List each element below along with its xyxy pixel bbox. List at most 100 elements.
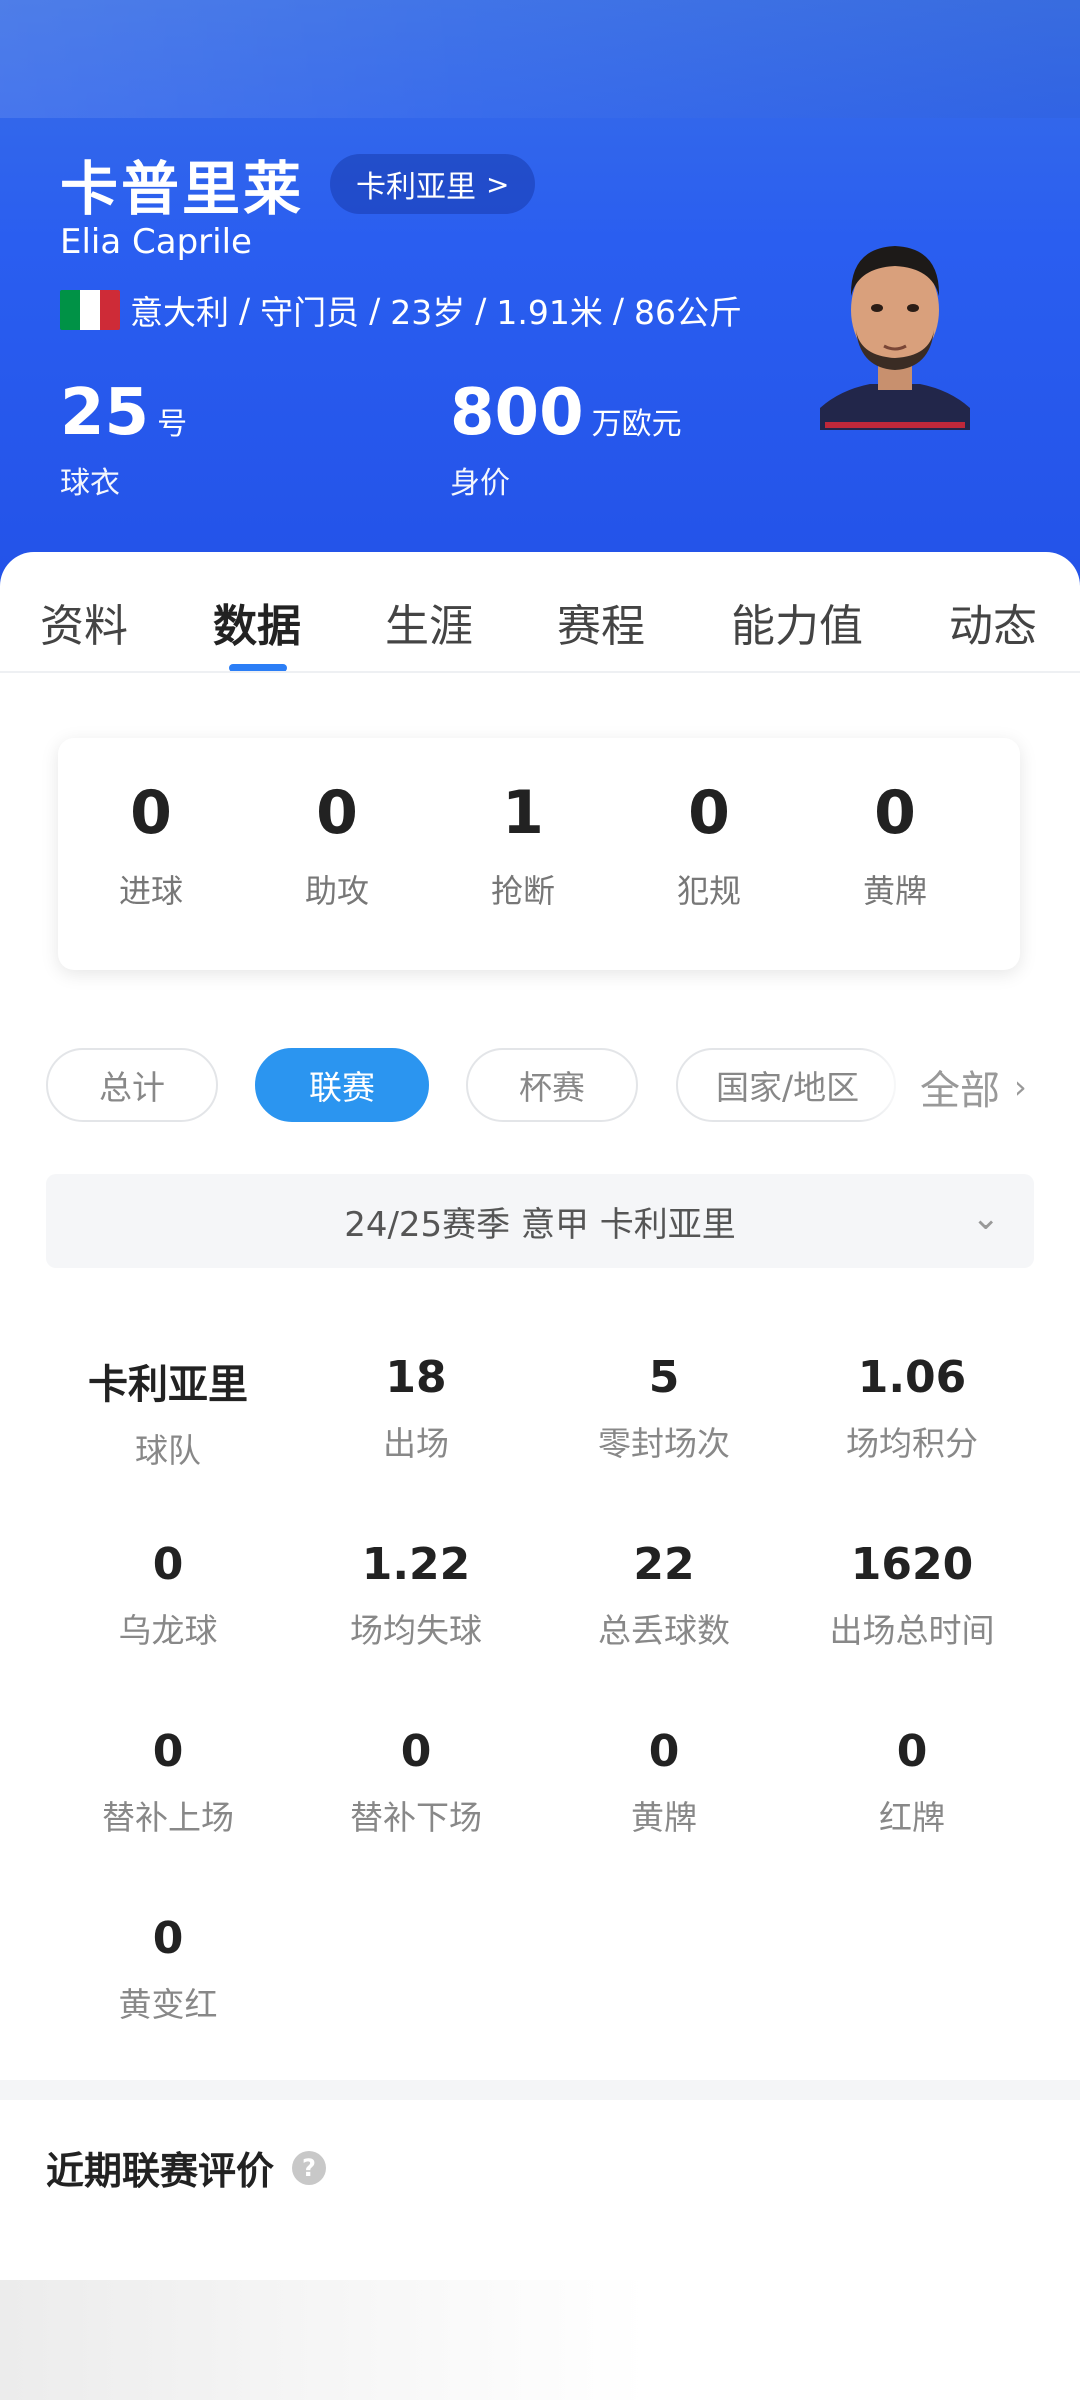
- player-avatar: [820, 246, 970, 430]
- summary-yellow-cards: 0 黄牌: [802, 778, 988, 912]
- recent-rating-section: 近期联赛评价 ?: [46, 2140, 327, 2195]
- team-link-label: 卡利亚里: [356, 170, 477, 205]
- market-value-label: 身价: [450, 466, 510, 501]
- market-value-stat: 800 万欧元 身价: [450, 376, 682, 502]
- stat-goals-conceded-per-game: 1.22 场均失球: [292, 1539, 540, 1652]
- summary-tackles: 1 抢断: [430, 778, 616, 912]
- summary-value: 0: [316, 778, 358, 848]
- stat-label: 场均失球: [350, 1611, 482, 1650]
- player-name: 卡普里莱: [60, 155, 305, 223]
- height: 1.91米: [496, 293, 603, 332]
- summary-card: 0 进球 0 助攻 1 抢断 0 犯规 0 黄牌: [58, 738, 1020, 970]
- chip-league[interactable]: 联赛: [255, 1048, 429, 1122]
- summary-assists: 0 助攻: [244, 778, 430, 912]
- stat-points-per-game: 1.06 场均积分: [788, 1352, 1036, 1465]
- stat-value: 1.06: [857, 1352, 967, 1403]
- bottom-shade: [0, 2280, 1080, 2400]
- stat-clean-sheets: 5 零封场次: [540, 1352, 788, 1465]
- stat-goals-conceded: 22 总丢球数: [540, 1539, 788, 1652]
- player-english-name: Elia Caprile: [60, 222, 252, 262]
- summary-value: 0: [874, 778, 916, 848]
- summary-label: 犯规: [676, 872, 741, 910]
- jersey-stat: 25 号 球衣: [60, 376, 187, 502]
- season-select-value: 24/25赛季 意甲 卡利亚里: [344, 1204, 736, 1245]
- stat-label: 出场: [383, 1424, 449, 1463]
- stat-value: 5: [648, 1352, 680, 1403]
- section-divider: [0, 2080, 1080, 2100]
- team-link-button[interactable]: 卡利亚里 >: [330, 154, 536, 214]
- stat-own-goals: 0 乌龙球: [44, 1539, 292, 1652]
- jersey-unit: 号: [157, 407, 188, 442]
- jersey-number: 25: [60, 376, 150, 450]
- summary-value: 1: [502, 778, 544, 848]
- tab-divider: [0, 671, 1080, 673]
- stat-label: 乌龙球: [118, 1611, 218, 1650]
- stat-value: 0: [400, 1726, 432, 1777]
- tab-ability[interactable]: 能力值: [731, 590, 863, 654]
- stat-label: 球队: [135, 1431, 201, 1470]
- chip-cup[interactable]: 杯赛: [466, 1048, 638, 1122]
- stat-sub-on: 0 替补上场: [44, 1726, 292, 1839]
- stat-minutes-played: 1620 出场总时间: [788, 1539, 1036, 1652]
- name-row: 卡普里莱 卡利亚里 >: [60, 142, 536, 226]
- player-header: 卡普里莱 卡利亚里 > Elia Caprile 意大利 / 守门员 / 23岁…: [0, 0, 1080, 600]
- stat-value: 卡利亚里: [88, 1362, 248, 1408]
- summary-goals: 0 进球: [58, 778, 244, 912]
- summary-label: 黄牌: [862, 872, 927, 910]
- stat-label: 出场总时间: [829, 1611, 995, 1650]
- separator: /: [369, 290, 381, 330]
- stat-value: 0: [152, 1913, 184, 1964]
- stat-label: 替补上场: [102, 1798, 234, 1837]
- summary-label: 抢断: [490, 872, 555, 910]
- separator: /: [612, 290, 624, 330]
- season-select[interactable]: 24/25赛季 意甲 卡利亚里 ⌄: [46, 1174, 1034, 1268]
- market-value: 800: [450, 376, 584, 450]
- header-top-shade: [0, 0, 1080, 118]
- stat-label: 红牌: [879, 1798, 945, 1837]
- tab-career[interactable]: 生涯: [385, 590, 473, 654]
- jersey-label: 球衣: [60, 466, 120, 501]
- chip-total[interactable]: 总计: [46, 1048, 218, 1122]
- separator: /: [239, 290, 251, 330]
- tab-data[interactable]: 数据: [213, 590, 301, 654]
- stat-appearances: 18 出场: [292, 1352, 540, 1465]
- chevron-down-icon: ⌄: [971, 1198, 1001, 1238]
- stat-value: 0: [152, 1539, 184, 1590]
- tab-profile[interactable]: 资料: [40, 590, 128, 654]
- stat-team: 卡利亚里 球队: [44, 1352, 292, 1472]
- filter-chips: 总计 联赛 杯赛 国家/地区 全部 ›: [0, 1048, 1080, 1122]
- chevron-right-icon: ›: [1014, 1068, 1027, 1106]
- tab-schedule[interactable]: 赛程: [557, 590, 645, 654]
- age: 23岁: [390, 293, 466, 332]
- nationality: 意大利: [130, 293, 229, 332]
- summary-label: 进球: [118, 872, 183, 910]
- tab-bar: 资料 数据 生涯 赛程 能力值 动态: [0, 590, 1080, 670]
- stat-value: 18: [385, 1352, 447, 1403]
- stat-value: 0: [152, 1726, 184, 1777]
- stat-yellow-cards: 0 黄牌: [540, 1726, 788, 1839]
- stat-label: 零封场次: [598, 1424, 730, 1463]
- stat-label: 总丢球数: [598, 1611, 730, 1650]
- market-value-unit: 万欧元: [591, 407, 682, 442]
- weight: 86公斤: [633, 293, 742, 332]
- stat-label: 替补下场: [350, 1798, 482, 1837]
- summary-value: 0: [688, 778, 730, 848]
- stat-value: 0: [648, 1726, 680, 1777]
- stat-value: 0: [896, 1726, 928, 1777]
- help-icon[interactable]: ?: [292, 2150, 327, 2185]
- stat-label: 黄变红: [118, 1985, 218, 2024]
- data-tab-panel: 资料 数据 生涯 赛程 能力值 动态 0 进球 0 助攻 1 抢断 0 犯规 0…: [0, 552, 1080, 2400]
- italy-flag-icon: [60, 290, 120, 330]
- all-filters-label: 全部: [920, 1068, 1000, 1114]
- chip-fade: [860, 1048, 910, 1122]
- stat-value: 1620: [850, 1539, 974, 1590]
- summary-label: 助攻: [304, 872, 369, 910]
- all-filters-button[interactable]: 全部 ›: [920, 1058, 1027, 1116]
- stat-second-yellow: 0 黄变红: [44, 1913, 292, 2026]
- tab-news[interactable]: 动态: [949, 590, 1037, 654]
- separator: /: [475, 290, 487, 330]
- stat-label: 场均积分: [846, 1424, 978, 1463]
- summary-value: 0: [130, 778, 172, 848]
- stat-sub-off: 0 替补下场: [292, 1726, 540, 1839]
- stat-value: 1.22: [361, 1539, 471, 1590]
